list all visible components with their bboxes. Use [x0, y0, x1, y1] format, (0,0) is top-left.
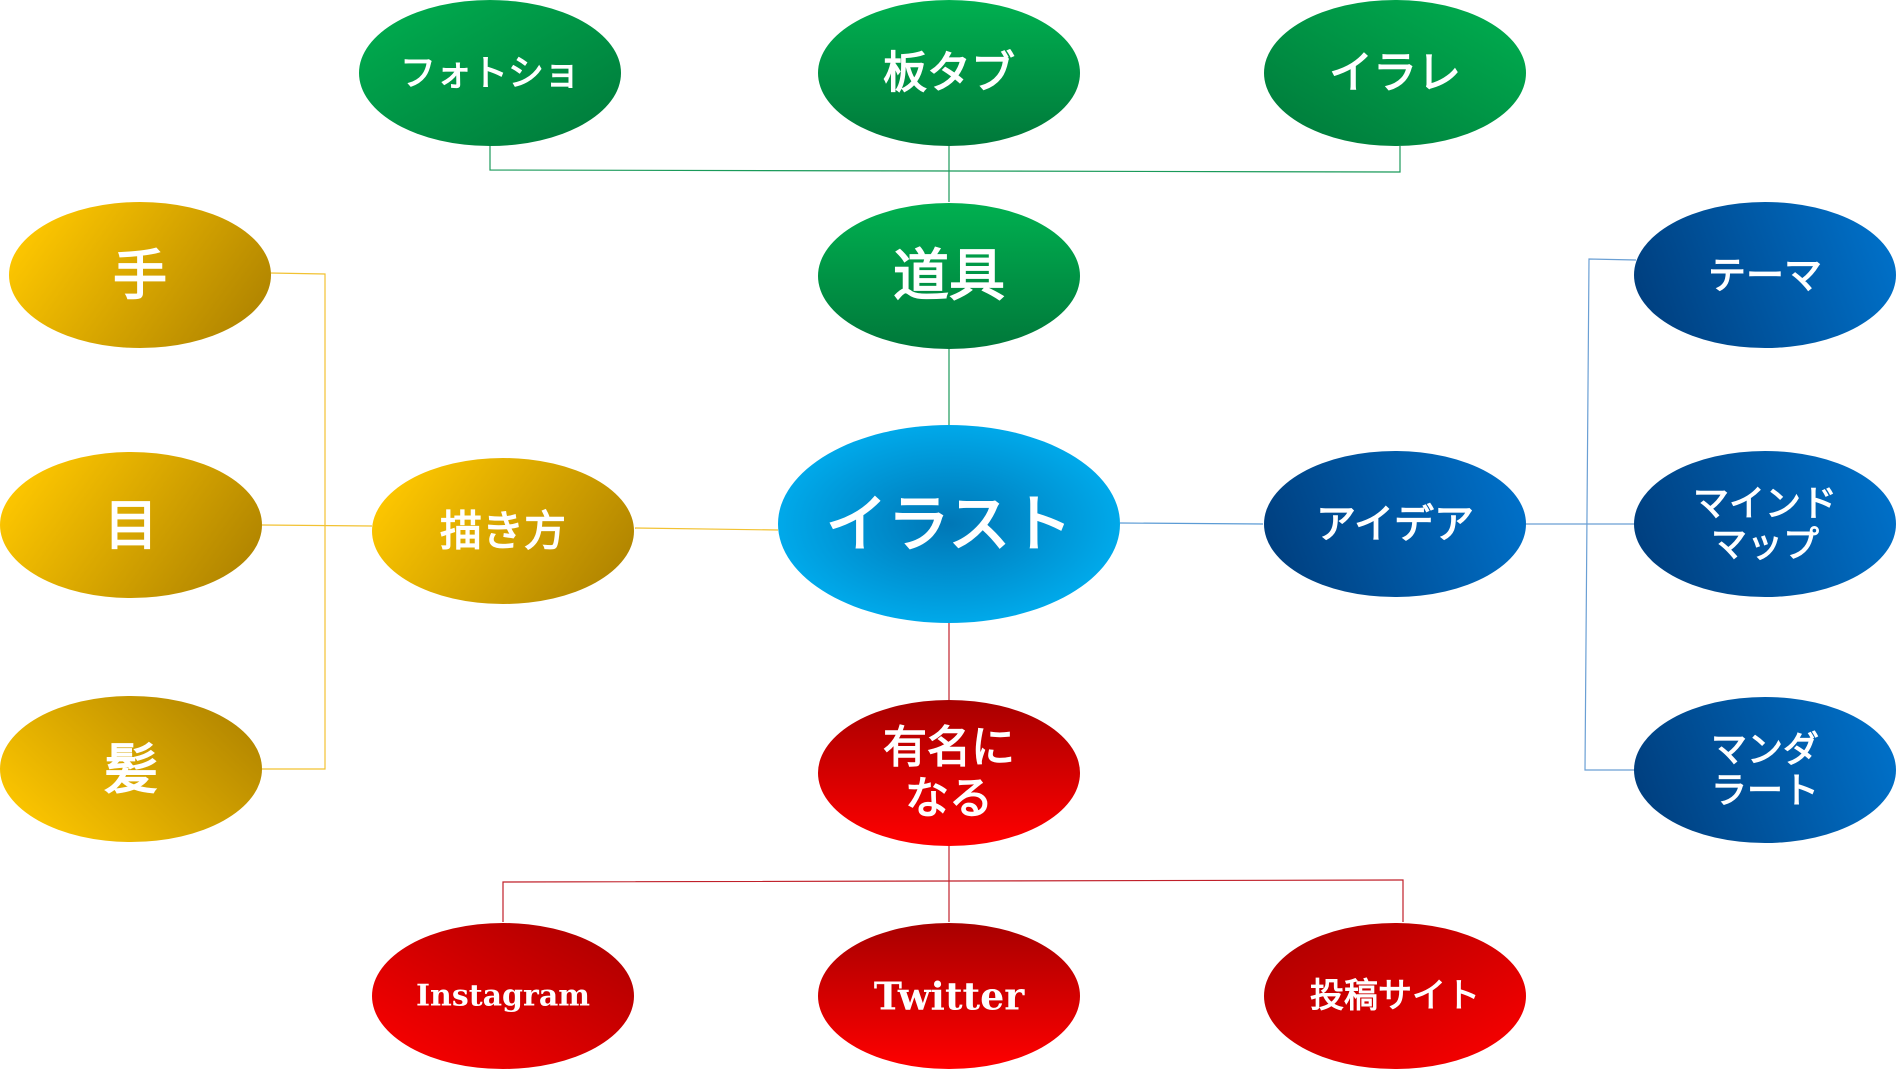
node-theme[interactable]: テーマ: [1634, 202, 1896, 348]
node-twitter[interactable]: Twitter: [818, 923, 1080, 1069]
node-label: マンダ: [1711, 728, 1819, 770]
node-label: 髪: [104, 737, 158, 801]
node-famous[interactable]: 有名になる: [818, 700, 1080, 846]
connector-howto-eye: [261, 524, 373, 527]
node-mindmap[interactable]: マインドマップ: [1634, 451, 1896, 597]
node-label: フォトショ: [400, 52, 580, 94]
connector-center-howto: [634, 527, 779, 531]
node-label: 目: [104, 493, 158, 557]
node-label: 道具: [893, 243, 1005, 309]
node-label: 描き方: [440, 507, 566, 556]
node-howto[interactable]: 描き方: [372, 458, 634, 604]
node-illustrator[interactable]: イラレ: [1264, 0, 1526, 146]
node-pentab[interactable]: 板タブ: [818, 0, 1080, 146]
connector-tools-bus: [489, 146, 1401, 173]
node-photoshop[interactable]: フォトショ: [359, 0, 621, 146]
connector-idea-bus: [1584, 258, 1637, 771]
node-label: 有名に: [883, 722, 1015, 773]
node-label: 手: [113, 243, 167, 307]
node-label: テーマ: [1708, 253, 1822, 298]
node-label: マインド: [1693, 482, 1837, 524]
nodes: イラスト道具フォトショ 板タブ イラレ描き方手目髪アイデアテーママインドマップマンダ…: [0, 0, 1896, 1069]
node-label: Twitter: [874, 974, 1026, 1019]
node-label: マップ: [1711, 524, 1819, 566]
node-idea[interactable]: アイデア: [1264, 451, 1526, 597]
node-hand[interactable]: 手: [9, 202, 271, 348]
node-label: 投稿サイト: [1310, 976, 1480, 1016]
connector-center-idea: [1119, 522, 1264, 525]
node-eye[interactable]: 目: [0, 452, 262, 598]
connector-famous-bus: [502, 879, 1404, 922]
node-instagram[interactable]: Instagram: [372, 923, 634, 1069]
connector-howto-bus: [262, 272, 326, 770]
node-label: Instagram: [416, 979, 590, 1014]
node-tools[interactable]: 道具: [818, 203, 1080, 349]
mind-map-diagram: イラスト道具フォトショ 板タブ イラレ描き方手目髪アイデアテーママインドマップマンダ…: [0, 0, 1896, 1069]
node-posting-site[interactable]: 投稿サイト: [1264, 923, 1526, 1069]
node-center[interactable]: イラスト: [778, 425, 1120, 623]
node-label: ラート: [1711, 770, 1819, 812]
node-label: なる: [905, 773, 993, 824]
node-label: 板タブ: [883, 48, 1015, 99]
node-label: アイデア: [1316, 501, 1474, 548]
node-label: イラレ: [1329, 48, 1461, 99]
node-label: イラスト: [826, 488, 1073, 561]
node-hair[interactable]: 髪: [0, 696, 262, 842]
node-mandalart[interactable]: マンダラート: [1634, 697, 1896, 843]
